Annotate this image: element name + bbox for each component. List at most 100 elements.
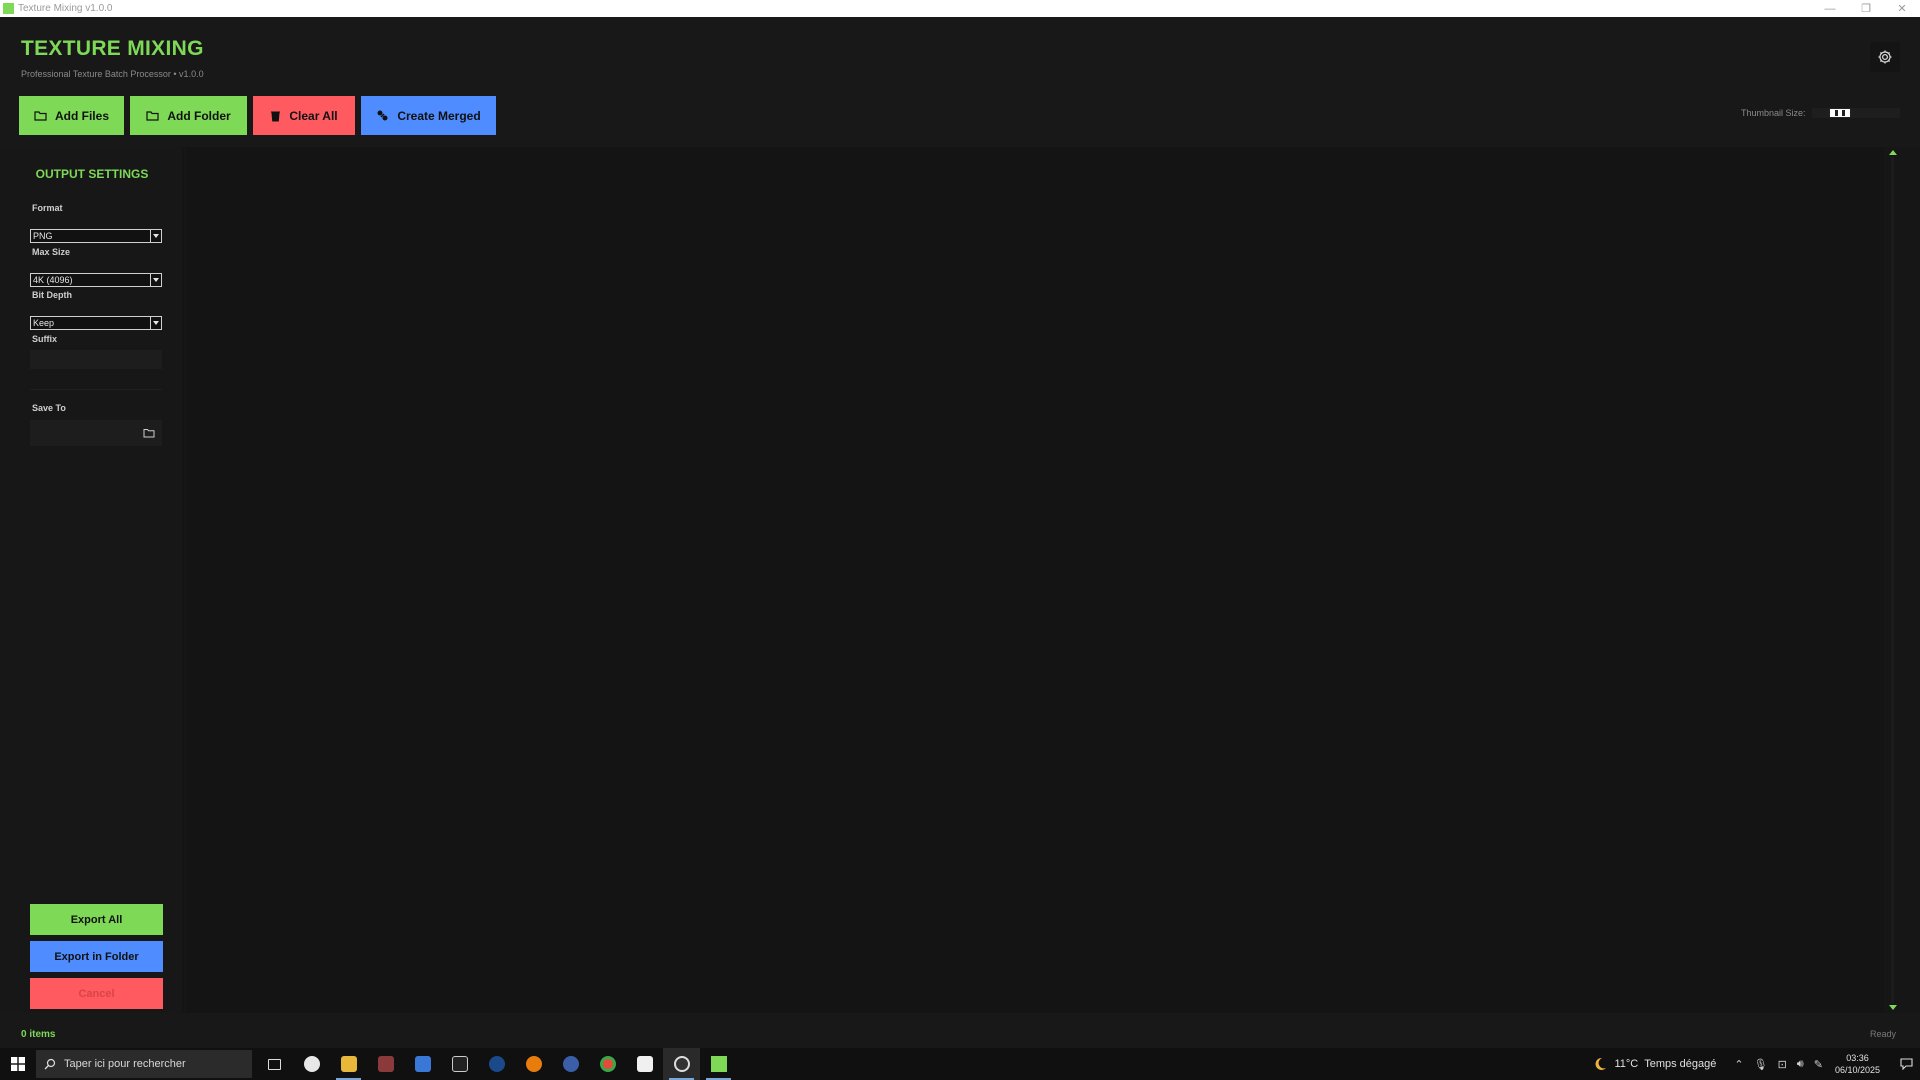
- taskbar-texture-mixing[interactable]: [700, 1048, 737, 1080]
- bit-depth-label: Bit Depth: [32, 290, 72, 300]
- suffix-label: Suffix: [32, 334, 58, 344]
- app-bubble-icon: [562, 1056, 579, 1072]
- suffix-input[interactable]: [30, 350, 162, 369]
- weather-widget[interactable]: 11°C Temps dégagé: [1592, 1056, 1716, 1072]
- output-settings-panel: OUTPUT SETTINGS Format PNG Max Size 4K (…: [0, 147, 184, 1013]
- bit-depth-value: Keep: [33, 318, 55, 328]
- add-files-button[interactable]: Add Files: [19, 96, 124, 135]
- window-titlebar: Texture Mixing v1.0.0 — ❐ ✕: [0, 0, 1920, 17]
- export-all-button[interactable]: Export All: [30, 904, 163, 935]
- app-subtitle: Professional Texture Batch Processor • v…: [21, 69, 204, 79]
- scroll-up-arrow[interactable]: [1889, 150, 1897, 155]
- save-to-field[interactable]: [30, 420, 162, 446]
- clock-date: 06/10/2025: [1834, 1065, 1880, 1075]
- weather-desc: Temps dégagé: [1644, 1058, 1717, 1070]
- taskbar-app-10[interactable]: [626, 1048, 663, 1080]
- trash-icon: [271, 111, 281, 121]
- microphone-icon[interactable]: 🎙︎: [1754, 1058, 1768, 1071]
- export-in-folder-button[interactable]: Export in Folder: [30, 941, 163, 972]
- vertical-scrollbar[interactable]: [1886, 147, 1900, 1013]
- scroll-down-arrow[interactable]: [1889, 1005, 1897, 1010]
- chevron-down-icon[interactable]: [150, 316, 162, 330]
- thumbnail-size-label: Thumbnail Size:: [1741, 108, 1806, 118]
- taskbar-apps: [256, 1048, 737, 1080]
- app-circle-icon: [303, 1056, 320, 1072]
- taskbar-file-explorer[interactable]: [330, 1048, 367, 1080]
- chevron-up-icon[interactable]: ⌃: [1734, 1058, 1743, 1071]
- folder-icon: [34, 111, 47, 121]
- item-count: 0 items: [21, 1029, 56, 1040]
- taskbar-app-4[interactable]: [404, 1048, 441, 1080]
- taskbar-app-3[interactable]: [367, 1048, 404, 1080]
- cancel-button[interactable]: Cancel: [30, 978, 163, 1009]
- max-size-label: Max Size: [32, 247, 71, 257]
- app-icon: [3, 3, 14, 14]
- maximize-button[interactable]: ❐: [1848, 0, 1884, 17]
- start-button[interactable]: [0, 1048, 36, 1080]
- archive-icon: [377, 1056, 394, 1072]
- settings-button[interactable]: [1870, 42, 1900, 72]
- max-size-select[interactable]: 4K (4096): [30, 273, 162, 287]
- clear-all-button[interactable]: Clear All: [253, 96, 355, 135]
- volume-icon[interactable]: 🔊︎: [1797, 1058, 1804, 1071]
- slider-handle[interactable]: [1828, 108, 1851, 118]
- taskbar-app-1[interactable]: [293, 1048, 330, 1080]
- format-select[interactable]: PNG: [30, 229, 162, 243]
- chrome-icon: [599, 1056, 616, 1072]
- notifications-button[interactable]: [1892, 1048, 1920, 1080]
- tray-icons: ⌃ 🎙︎ ⊡ 🔊︎ ✎: [1734, 1058, 1823, 1071]
- chevron-down-icon[interactable]: [150, 229, 162, 243]
- task-view-button[interactable]: [256, 1048, 293, 1080]
- chevron-down-icon[interactable]: [150, 273, 162, 287]
- app-header: TEXTURE MIXING Professional Texture Batc…: [0, 17, 1920, 147]
- status-text: Ready: [1869, 1029, 1896, 1039]
- app-title: TEXTURE MIXING: [21, 37, 204, 60]
- add-folder-label: Add Folder: [167, 108, 231, 123]
- steam-icon: [488, 1056, 505, 1072]
- texture-mixing-icon: [710, 1056, 727, 1072]
- merge-icon: [377, 110, 388, 121]
- notification-icon: [1899, 1058, 1913, 1070]
- bit-depth-select[interactable]: Keep: [30, 316, 162, 330]
- texture-grid-area[interactable]: [186, 147, 1884, 1013]
- folder-icon: [146, 111, 159, 121]
- taskbar-steam[interactable]: [478, 1048, 515, 1080]
- close-button[interactable]: ✕: [1884, 0, 1920, 17]
- taskbar-blender[interactable]: [515, 1048, 552, 1080]
- taskbar-search[interactable]: Taper ici pour rechercher: [36, 1050, 252, 1078]
- folder-icon: [143, 429, 155, 438]
- add-files-label: Add Files: [54, 108, 109, 123]
- clock-time: 03:36: [1846, 1053, 1869, 1063]
- taskbar-app-8[interactable]: [552, 1048, 589, 1080]
- minimize-button[interactable]: —: [1812, 0, 1848, 17]
- max-size-value: 4K (4096): [33, 275, 73, 285]
- epic-games-icon: [451, 1056, 468, 1072]
- blender-icon: [525, 1056, 542, 1072]
- thumbnail-size-slider[interactable]: [1812, 108, 1900, 118]
- status-bar: 0 items Ready: [0, 1013, 1920, 1048]
- obs-icon: [673, 1056, 690, 1072]
- file-explorer-icon: [340, 1056, 357, 1072]
- output-settings-title: OUTPUT SETTINGS: [35, 167, 149, 181]
- network-icon[interactable]: ⊡: [1778, 1058, 1787, 1071]
- format-label: Format: [32, 203, 63, 213]
- format-value: PNG: [33, 231, 53, 241]
- taskbar-chrome[interactable]: [589, 1048, 626, 1080]
- windows-taskbar: Taper ici pour rechercher 11°C Temps dég…: [0, 1048, 1920, 1080]
- search-placeholder: Taper ici pour rechercher: [64, 1058, 186, 1070]
- app-w-icon: [636, 1056, 653, 1072]
- pen-icon[interactable]: ✎: [1814, 1058, 1823, 1071]
- scroll-track[interactable]: [1891, 157, 1894, 1003]
- save-to-label: Save To: [32, 403, 66, 413]
- create-merged-label: Create Merged: [397, 108, 481, 123]
- create-merged-button[interactable]: Create Merged: [361, 96, 496, 135]
- taskbar-epic-games[interactable]: [441, 1048, 478, 1080]
- add-folder-button[interactable]: Add Folder: [130, 96, 247, 135]
- taskbar-obs[interactable]: [663, 1048, 700, 1080]
- clear-all-label: Clear All: [289, 108, 338, 123]
- taskbar-clock[interactable]: 03:36 06/10/2025: [1835, 1052, 1880, 1076]
- window-title: Texture Mixing v1.0.0: [18, 3, 113, 14]
- window-controls: — ❐ ✕: [1812, 0, 1920, 17]
- browse-folder-button[interactable]: [142, 426, 156, 440]
- system-tray: 11°C Temps dégagé ⌃ 🎙︎ ⊡ 🔊︎ ✎ 03:36 06/1…: [1592, 1048, 1920, 1080]
